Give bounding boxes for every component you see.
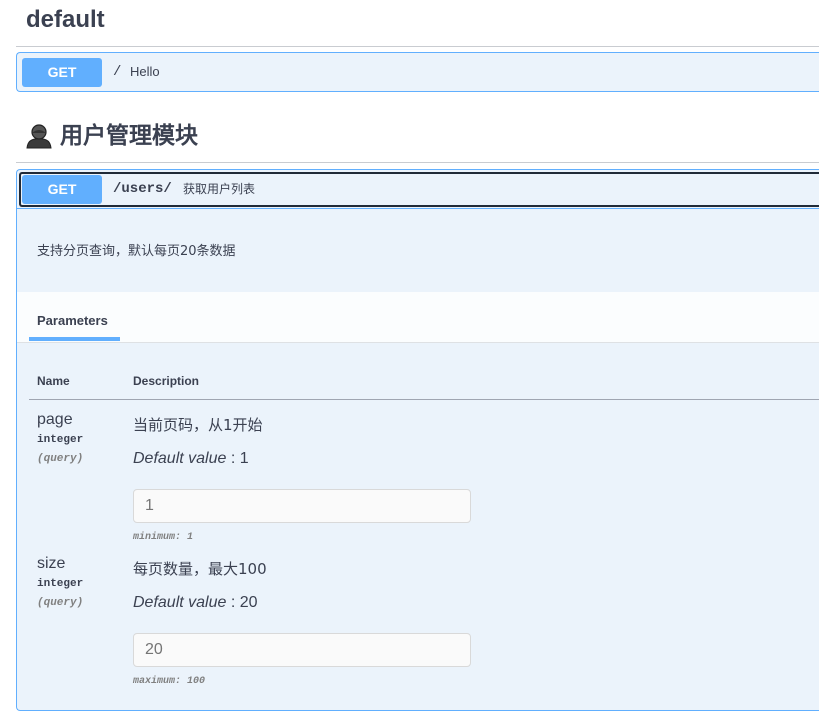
tab-parameters[interactable]: Parameters bbox=[37, 313, 108, 328]
parameters-tab-header: Parameters bbox=[17, 292, 819, 343]
operation-get-root[interactable]: GET / Hello bbox=[16, 52, 819, 92]
operation-summary-text: Hello bbox=[130, 64, 160, 79]
param-input-size[interactable] bbox=[133, 633, 471, 667]
param-type: integer bbox=[37, 434, 84, 446]
tag-title: 用户管理模块 bbox=[60, 123, 198, 149]
default-label: Default value bbox=[133, 594, 227, 611]
param-input-page[interactable] bbox=[133, 489, 471, 523]
param-constraint: minimum: 1 bbox=[133, 532, 194, 543]
param-description: 当前页码，从1开始 bbox=[133, 416, 263, 434]
method-badge-get: GET bbox=[22, 58, 102, 87]
default-label: Default value bbox=[133, 450, 227, 467]
section-divider bbox=[16, 162, 819, 163]
param-default: Default value : 20 bbox=[133, 594, 258, 612]
operation-summary-text: 获取用户列表 bbox=[183, 182, 256, 196]
param-constraint: maximum: 100 bbox=[133, 676, 206, 687]
section-divider bbox=[16, 46, 819, 47]
column-header-name: Name bbox=[37, 374, 70, 388]
param-description: 每页数量，最大100 bbox=[133, 560, 267, 578]
operation-get-users: GET /users/ 获取用户列表 支持分页查询，默认每页20条数据 Para… bbox=[16, 169, 819, 711]
person-icon bbox=[26, 124, 52, 149]
default-value: 1 bbox=[239, 450, 249, 467]
tab-active-indicator bbox=[29, 337, 120, 341]
default-separator: : bbox=[226, 450, 240, 467]
param-default: Default value : 1 bbox=[133, 450, 249, 468]
method-badge-get: GET bbox=[22, 175, 102, 204]
operation-description: 支持分页查询，默认每页20条数据 bbox=[37, 244, 236, 259]
param-name-page: page bbox=[37, 411, 73, 428]
operation-path: /users/ bbox=[113, 181, 172, 197]
column-header-description: Description bbox=[133, 374, 200, 388]
default-value: 20 bbox=[239, 594, 258, 611]
table-header-divider bbox=[29, 399, 819, 400]
section-title-default[interactable]: default bbox=[26, 6, 105, 34]
summary-divider bbox=[17, 208, 819, 209]
param-location: (query) bbox=[37, 453, 84, 465]
operation-path: / bbox=[113, 64, 122, 80]
param-type: integer bbox=[37, 578, 84, 590]
param-location: (query) bbox=[37, 597, 84, 609]
param-name-size: size bbox=[37, 555, 66, 572]
operation-summary[interactable]: GET / Hello bbox=[17, 53, 819, 91]
default-separator: : bbox=[226, 594, 240, 611]
operation-summary[interactable]: GET /users/ 获取用户列表 bbox=[17, 170, 819, 208]
